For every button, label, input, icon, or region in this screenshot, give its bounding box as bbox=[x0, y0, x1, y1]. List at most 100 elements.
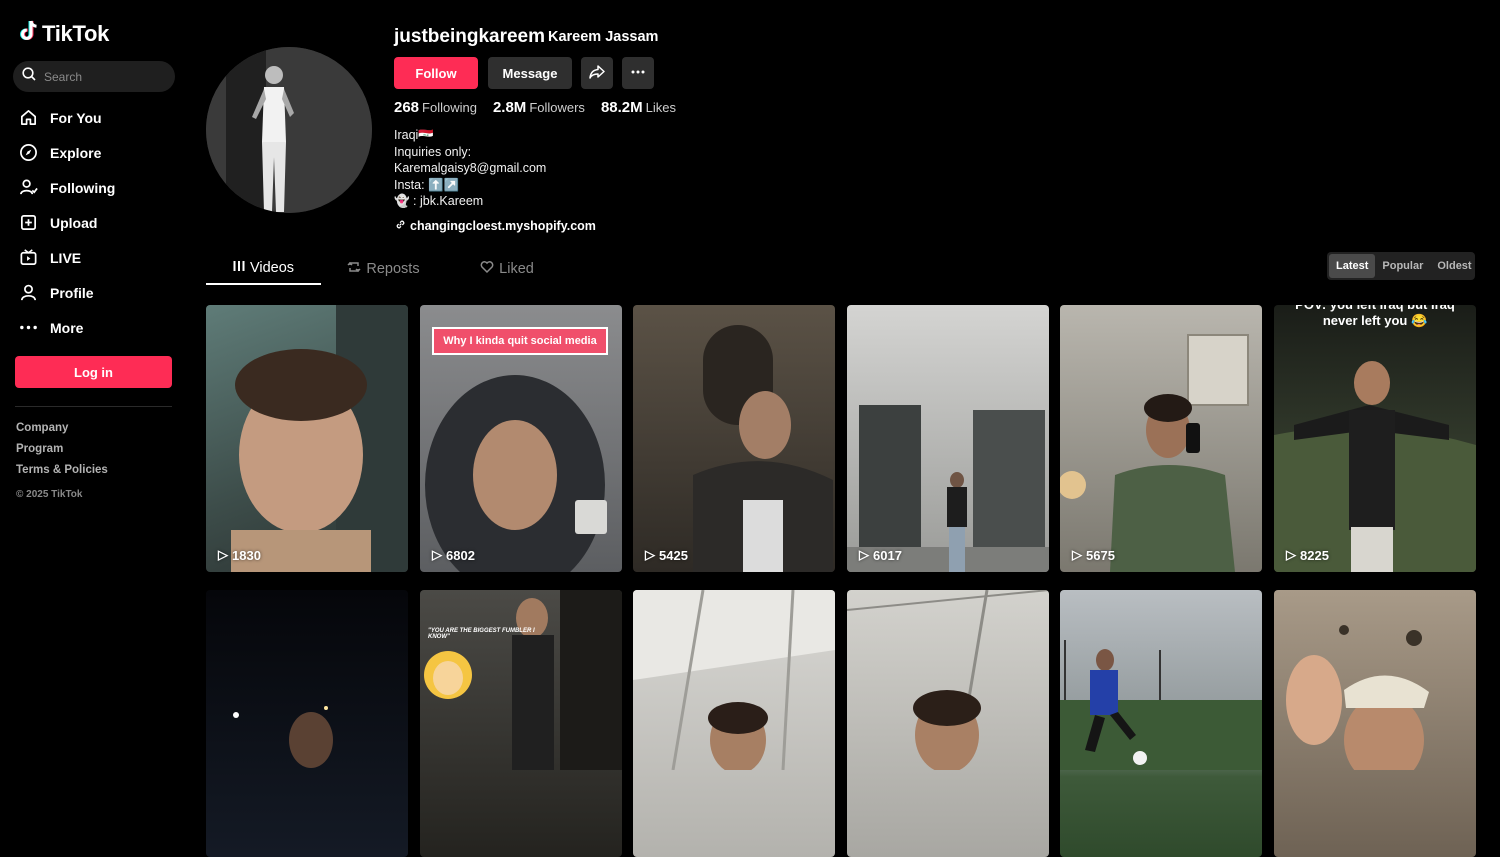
more-icon bbox=[19, 318, 38, 337]
copyright: © 2025 TikTok bbox=[16, 489, 83, 500]
nav-item-for-you[interactable]: For You bbox=[19, 100, 179, 135]
sidebar-footer: Company Program Terms & Policies © 2025 … bbox=[16, 421, 108, 502]
home-icon bbox=[19, 108, 38, 127]
likes-count: 88.2M bbox=[600, 99, 643, 116]
tiktok-note-icon bbox=[18, 20, 38, 48]
video-card[interactable]: "YOU ARE THE BIGGEST FUMBLER I KNOW" bbox=[420, 590, 622, 857]
nav-label: Profile bbox=[50, 284, 94, 301]
following-count: 268 bbox=[394, 99, 420, 116]
video-card[interactable]: POV: you left Iraq but Iraq never left y… bbox=[1274, 305, 1476, 572]
link-icon bbox=[395, 219, 406, 233]
video-card[interactable] bbox=[206, 590, 408, 857]
share-button[interactable] bbox=[581, 57, 613, 89]
video-card[interactable]: ▷ 5425 bbox=[633, 305, 835, 572]
sort-latest[interactable]: Latest bbox=[1329, 254, 1376, 278]
stat-following[interactable]: 268 Following bbox=[394, 99, 477, 117]
video-thumbnail bbox=[847, 590, 1049, 770]
footer-link-program[interactable]: Program bbox=[16, 442, 108, 463]
nav-item-following[interactable]: Following bbox=[19, 170, 179, 205]
video-card[interactable]: Why I kinda quit social media ▷ 6802 bbox=[420, 305, 622, 572]
video-thumbnail bbox=[847, 405, 1049, 572]
sidebar: TikTok For You Explore Following Upload … bbox=[0, 0, 190, 756]
tab-reposts[interactable]: Reposts bbox=[336, 252, 431, 285]
profile-bio: Iraqi🇮🇶 Inquiries only: Karemalgaisy8@gm… bbox=[394, 127, 546, 210]
link-text: changingcloest.myshopify.com bbox=[410, 219, 596, 233]
view-count: ▷ 5425 bbox=[645, 547, 688, 563]
play-icon: ▷ bbox=[432, 547, 442, 562]
bio-line: Insta: ⬆️↗️ bbox=[394, 177, 460, 192]
nav-label: More bbox=[50, 319, 84, 336]
profile-link[interactable]: changingcloest.myshopify.com bbox=[395, 219, 596, 233]
search-icon bbox=[22, 67, 36, 86]
nav-label: Upload bbox=[50, 214, 98, 231]
bio-line: Karemalgaisy8@gmail.com bbox=[394, 161, 547, 175]
sidebar-divider bbox=[15, 406, 172, 407]
play-icon: ▷ bbox=[859, 547, 869, 562]
play-icon: ▷ bbox=[218, 547, 228, 562]
nav-item-live[interactable]: LIVE bbox=[19, 240, 179, 275]
compass-icon bbox=[19, 143, 38, 162]
main-nav: For You Explore Following Upload LIVE Pr… bbox=[19, 100, 179, 345]
footer-link-terms[interactable]: Terms & Policies bbox=[16, 463, 108, 484]
profile-icon bbox=[19, 283, 38, 302]
nav-item-more[interactable]: More bbox=[19, 310, 179, 345]
video-caption: Why I kinda quit social media bbox=[432, 327, 608, 355]
tiktok-wordmark: TikTok bbox=[42, 21, 110, 46]
video-card[interactable] bbox=[847, 590, 1049, 857]
nav-item-profile[interactable]: Profile bbox=[19, 275, 179, 310]
login-button[interactable]: Log in bbox=[15, 356, 172, 388]
repost-icon bbox=[347, 260, 361, 278]
video-thumbnail bbox=[1274, 361, 1476, 572]
video-thumbnail bbox=[693, 325, 833, 572]
video-thumbnail bbox=[1060, 334, 1249, 572]
video-card[interactable] bbox=[1274, 590, 1476, 857]
footer-link-company[interactable]: Company bbox=[16, 421, 108, 442]
stat-followers[interactable]: 2.8M Followers bbox=[493, 99, 585, 117]
search-box[interactable] bbox=[13, 61, 175, 92]
nav-item-upload[interactable]: Upload bbox=[19, 205, 179, 240]
video-thumbnail bbox=[1060, 640, 1262, 770]
view-count: ▷ 6017 bbox=[859, 547, 902, 563]
tab-label: Videos bbox=[249, 259, 295, 276]
video-caption: POV: you left Iraq but Iraq never left y… bbox=[1295, 305, 1455, 328]
tiktok-logo[interactable]: TikTok bbox=[18, 20, 109, 48]
video-card[interactable]: ▷ 5675 bbox=[1060, 305, 1262, 572]
profile-username: justbeingkareem bbox=[394, 26, 545, 47]
bio-line: Inquiries only: bbox=[394, 144, 472, 159]
upload-icon bbox=[19, 213, 38, 232]
nav-label: Following bbox=[50, 179, 116, 196]
play-icon: ▷ bbox=[1072, 547, 1082, 562]
message-button[interactable]: Message bbox=[488, 57, 572, 89]
profile-avatar bbox=[206, 47, 372, 213]
nav-label: Explore bbox=[50, 144, 102, 161]
bio-line: Iraqi🇮🇶 bbox=[394, 128, 434, 142]
followers-count: 2.8M bbox=[492, 99, 527, 116]
profile-tabs: Videos Reposts Liked bbox=[206, 252, 559, 286]
likes-label: Likes bbox=[645, 100, 676, 115]
video-card[interactable]: ▷ 6017 bbox=[847, 305, 1049, 572]
play-icon: ▷ bbox=[1286, 547, 1296, 562]
video-thumbnail bbox=[424, 590, 622, 770]
follow-button[interactable]: Follow bbox=[394, 57, 478, 89]
nav-label: LIVE bbox=[50, 249, 82, 266]
heart-lock-icon bbox=[480, 260, 494, 278]
tab-liked[interactable]: Liked bbox=[455, 252, 559, 285]
ellipsis-icon bbox=[630, 64, 646, 83]
nav-item-explore[interactable]: Explore bbox=[19, 135, 179, 170]
more-options-button[interactable] bbox=[622, 57, 654, 89]
view-count: ▷ 8225 bbox=[1286, 547, 1329, 563]
video-card[interactable] bbox=[1060, 590, 1262, 857]
nav-label: For You bbox=[50, 109, 102, 126]
video-card[interactable] bbox=[633, 590, 835, 857]
grid-icon bbox=[233, 260, 245, 276]
tab-label: Reposts bbox=[366, 260, 420, 277]
video-thumbnail bbox=[1286, 625, 1429, 770]
sort-oldest[interactable]: Oldest bbox=[1430, 254, 1478, 278]
bio-line: 👻 : jbk.Kareem bbox=[394, 194, 484, 208]
tab-videos[interactable]: Videos bbox=[206, 252, 321, 285]
search-input[interactable] bbox=[44, 69, 164, 84]
video-card[interactable]: ▷ 1830 bbox=[206, 305, 408, 572]
sort-popular[interactable]: Popular bbox=[1375, 254, 1430, 278]
stat-likes: 88.2M Likes bbox=[601, 99, 676, 117]
video-thumbnail bbox=[233, 706, 333, 768]
